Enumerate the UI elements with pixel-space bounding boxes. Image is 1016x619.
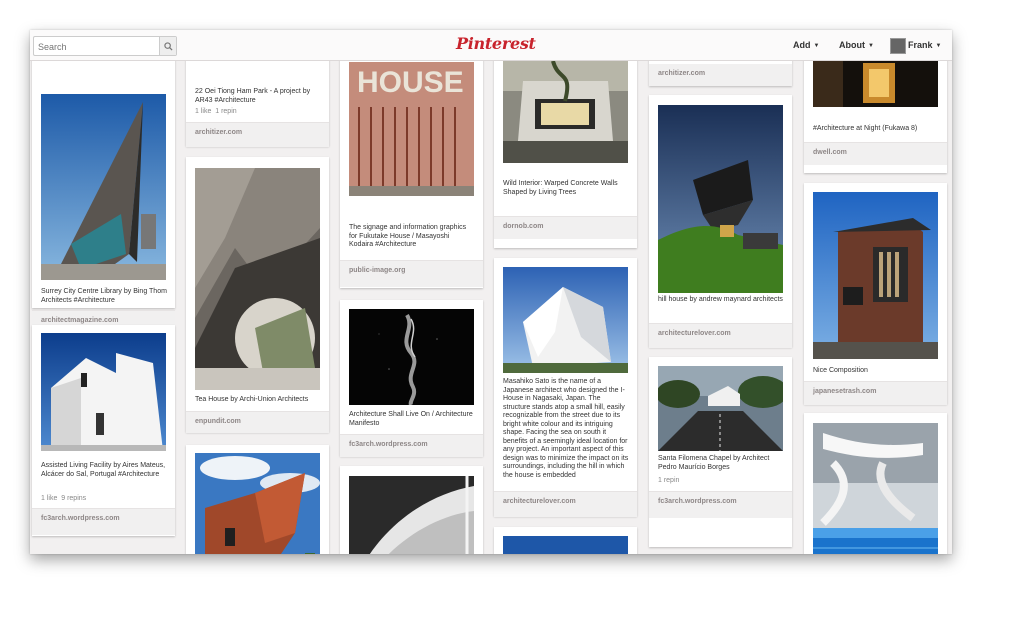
pin-source-link[interactable]: japanesetrash.com [813,388,876,395]
pin-image[interactable] [195,453,320,554]
pin-source-link[interactable]: public-image.org [349,267,405,274]
add-menu-label: Add [793,40,811,50]
pin-white-curve[interactable] [340,466,483,554]
caret-down-icon: ▼ [813,43,820,49]
pin-image[interactable] [813,192,938,359]
search-input[interactable] [34,39,162,55]
pin-source[interactable]: architecturelover.com [649,323,792,348]
pin-hill-house[interactable]: hill house by andrew maynard architects … [649,95,792,348]
pin-image[interactable] [503,61,628,163]
pin-source[interactable]: fc3arch.wordpress.com [649,491,792,518]
repin-count: 9 repins [61,495,87,502]
pin-source[interactable]: architecturelover.com [494,491,637,517]
repin-count: 1 repin [658,477,680,484]
like-count: 1 like [195,108,212,115]
caret-down-icon: ▼ [935,43,942,49]
pin-stats: 1 repin [658,477,679,484]
pin-source[interactable]: architizer.com [649,64,792,86]
image-text: HOUSE [357,66,464,99]
pin-source-link[interactable]: architecturelover.com [503,498,576,505]
pin-image[interactable] [195,168,320,390]
pin-description: Architecture Shall Live On / Architectur… [349,411,473,427]
pin-source-link[interactable]: architizer.com [195,129,242,136]
pin-santa-filomena[interactable]: Santa Filomena Chapel by Architect Pedro… [649,357,792,547]
search-box [33,36,177,56]
pin-source[interactable]: dornob.com [494,216,637,239]
pin-assisted-living[interactable]: Assisted Living Facility by Aires Mateus… [32,325,175,536]
pin-image[interactable] [813,59,938,107]
like-count: 1 like [41,495,58,502]
add-menu[interactable]: Add ▼ [793,40,819,50]
pin-image[interactable] [813,423,938,554]
pin-image[interactable] [41,94,166,280]
pin-description: Surrey City Centre Library by Bing Thom … [41,288,167,304]
pin-source[interactable]: public-image.org [340,260,483,287]
user-avatar[interactable] [890,38,906,54]
pin-nice-composition[interactable]: Nice Composition japanesetrash.com [804,183,947,405]
pin-white-bridge[interactable] [494,527,637,554]
pin-surrey-library[interactable]: Surrey City Centre Library by Bing Thom … [32,50,175,329]
pin-stats: 1 like 1 repin [195,108,237,115]
pin-source[interactable]: architizer.com [186,122,329,147]
pinterest-logo[interactable]: Pinterest [456,34,536,53]
pin-source-link[interactable]: fc3arch.wordpress.com [41,515,120,522]
pin-description: hill house by andrew maynard architects [658,296,783,303]
search-button[interactable] [159,37,176,55]
pin-source[interactable]: fc3arch.wordpress.com [32,508,175,535]
repin-count: 1 repin [215,108,237,115]
pin-description: The signage and information graphics for… [349,224,467,248]
pin-source-link[interactable]: architectmagazine.com [41,317,118,324]
caret-down-icon: ▼ [868,43,874,49]
pin-tea-house[interactable]: Tea House by Archi-Union Architects enpu… [186,157,329,433]
pin-description: #Architecture at Night (Fukawa 8) [813,125,918,132]
pin-source-link[interactable]: architizer.com [658,70,705,77]
pin-fukawa-night[interactable]: #Architecture at Night (Fukawa 8) dwell.… [804,50,947,173]
pin-image[interactable] [503,536,628,554]
browser-frame: Pinterest Add▼ About▼ Frank▼ Surrey City… [30,30,952,554]
pin-stats: 1 like 9 repins [41,495,86,502]
pin-source[interactable]: japanesetrash.com [804,381,947,405]
pin-fukutake-house[interactable]: HOUSE The signage and information graphi… [340,50,483,288]
pin-description: Nice Composition [813,367,868,374]
pin-wild-interior[interactable]: Wild Interior: Warped Concrete Walls Sha… [494,50,637,248]
pin-source-link[interactable]: fc3arch.wordpress.com [658,498,737,505]
pin-description: Masahiko Sato is the name of a Japanese … [503,378,629,479]
pin-image[interactable] [41,333,166,451]
pin-image[interactable] [349,309,474,405]
pin-source[interactable]: enpundit.com [186,411,329,433]
user-menu[interactable]: Frank ▼ [908,40,941,50]
pin-description: Tea House by Archi-Union Architects [195,396,309,403]
top-navigation-bar: Pinterest Add▼ About▼ Frank▼ [30,30,952,61]
user-name: Frank [908,40,933,50]
pin-pool-house[interactable] [804,413,947,554]
pin-description: Assisted Living Facility by Aires Mateus… [41,462,166,478]
pin-image[interactable] [658,366,783,451]
pin-image[interactable]: HOUSE [349,62,474,196]
pin-rust-house[interactable] [186,445,329,554]
pin-i-house[interactable]: Masahiko Sato is the name of a Japanese … [494,258,637,517]
pin-image[interactable] [349,476,474,554]
pin-source-link[interactable]: architecturelover.com [658,330,731,337]
pin-image[interactable] [658,105,783,293]
pin-image[interactable] [503,267,628,373]
pin-source-link[interactable]: dwell.com [813,149,847,156]
pin-architecture-manifesto[interactable]: Architecture Shall Live On / Architectur… [340,300,483,457]
pin-source[interactable]: dwell.com [804,142,947,165]
pin-source[interactable]: fc3arch.wordpress.com [340,434,483,457]
pin-source-link[interactable]: fc3arch.wordpress.com [349,441,428,448]
pin-source-link[interactable]: dornob.com [503,223,543,230]
pin-description: Santa Filomena Chapel by Architect Pedro… [658,455,770,471]
search-icon [163,41,173,51]
about-menu[interactable]: About ▼ [839,40,874,50]
about-menu-label: About [839,40,865,50]
pin-description: 22 Oei Tiong Ham Park - A project by AR4… [195,88,311,104]
pin-source-link[interactable]: enpundit.com [195,418,241,425]
pin-description: Wild Interior: Warped Concrete Walls Sha… [503,180,618,196]
